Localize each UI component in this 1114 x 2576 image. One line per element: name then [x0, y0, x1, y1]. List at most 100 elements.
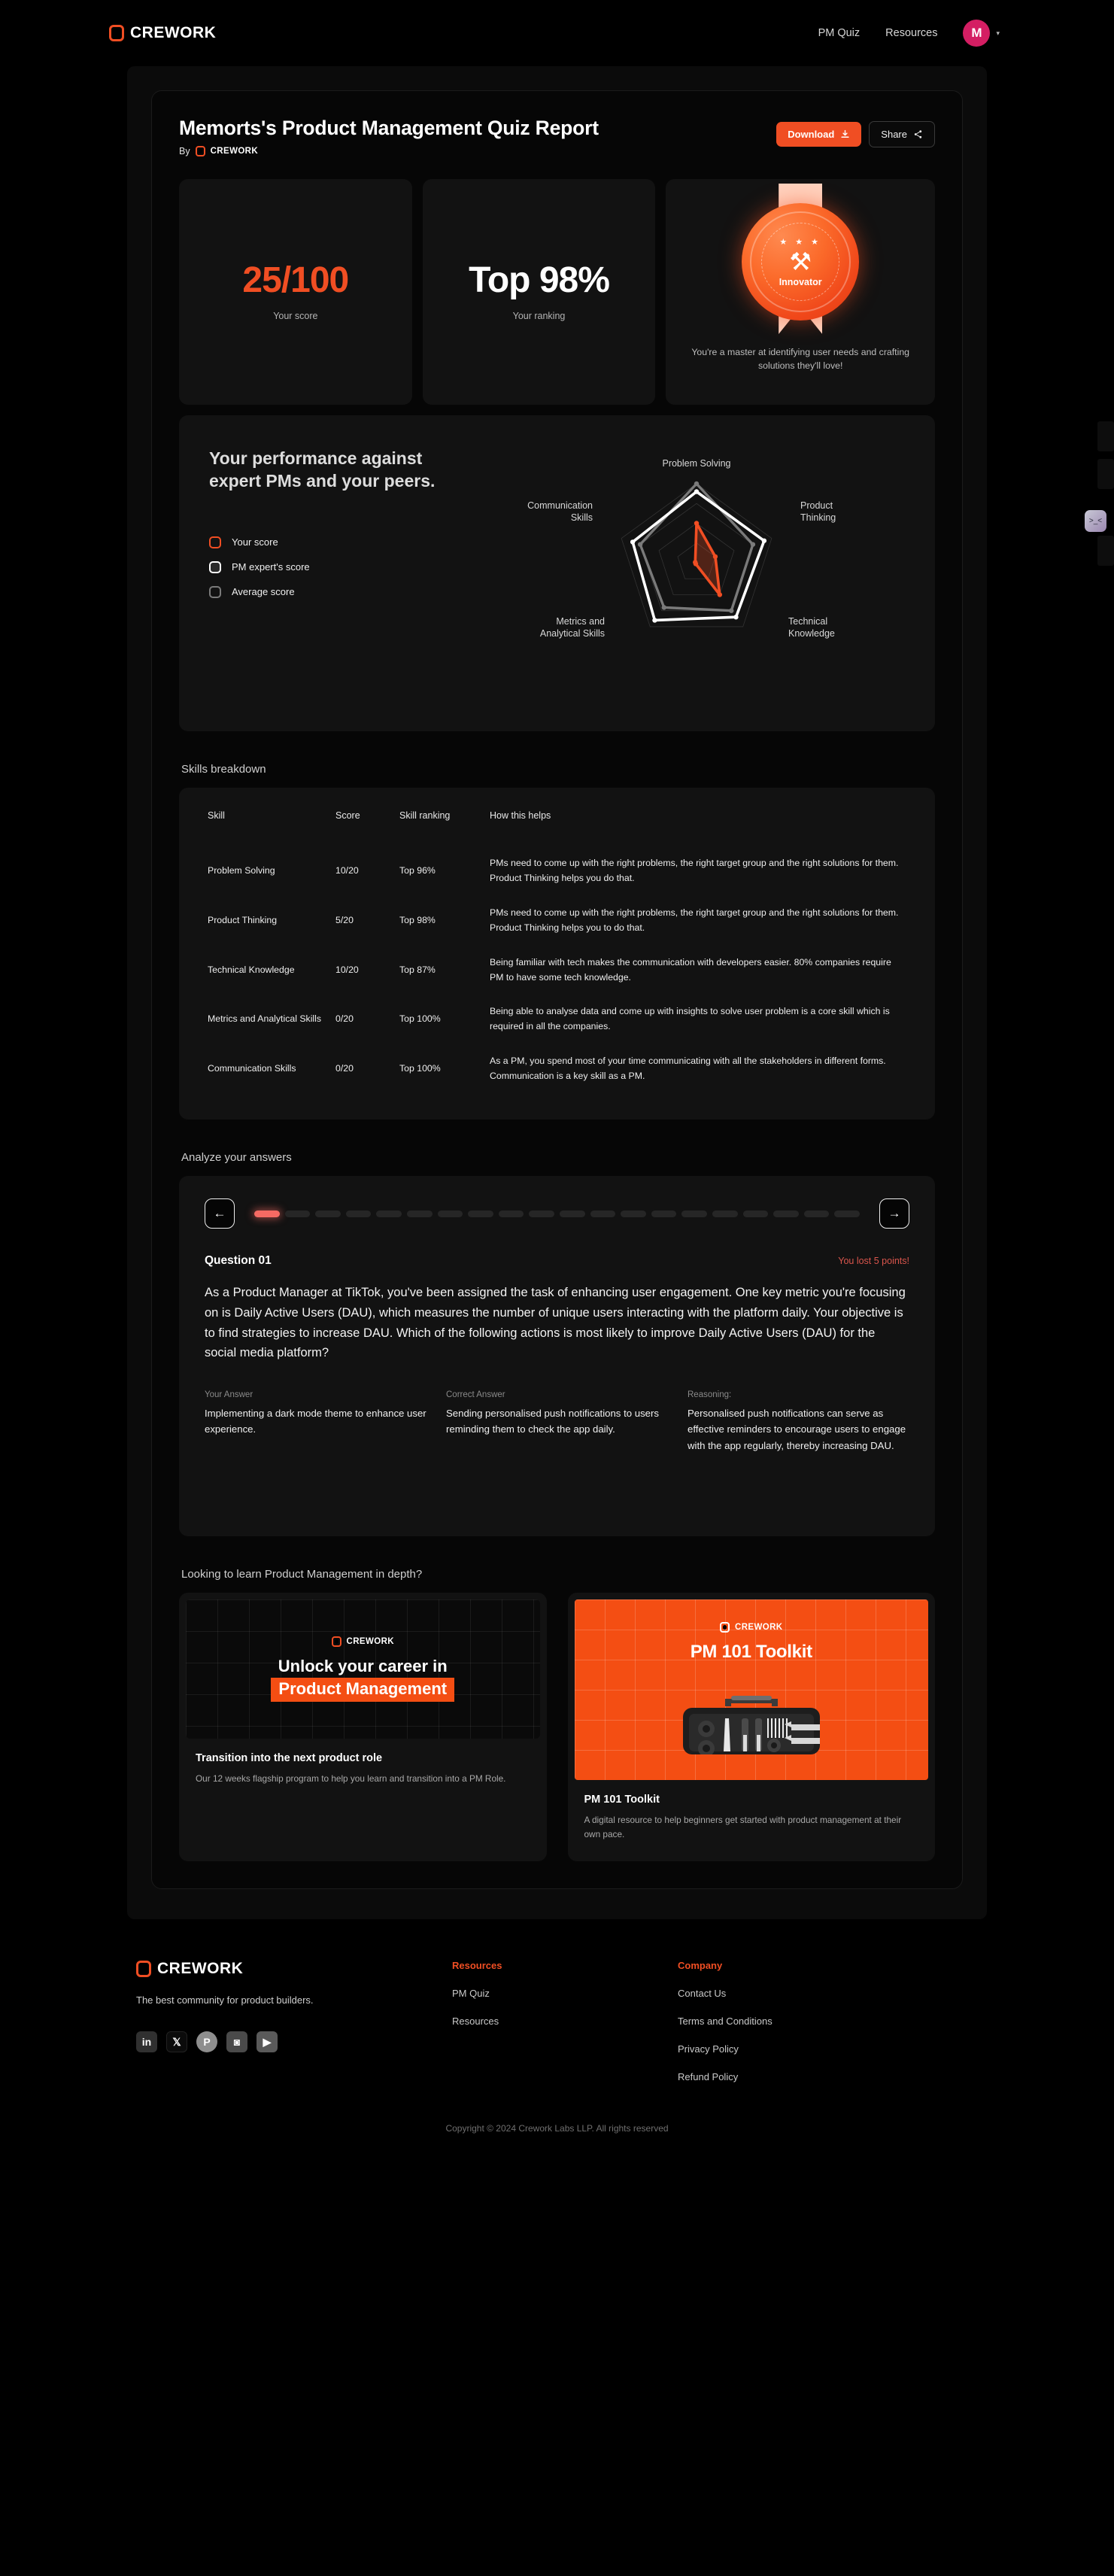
question-progress-segment[interactable] [498, 1210, 524, 1217]
ranking-cell: Top 87% [399, 964, 436, 975]
promo-section-label: Looking to learn Product Management in d… [181, 1568, 423, 1581]
nav-link-pm-quiz[interactable]: PM Quiz [818, 27, 861, 39]
legend-swatch-icon [209, 585, 221, 598]
x-twitter-icon[interactable]: 𝕏 [166, 2031, 187, 2053]
question-progress-segment[interactable] [681, 1210, 707, 1217]
question-progress-segment[interactable] [529, 1210, 554, 1217]
avatar[interactable]: M [963, 20, 991, 47]
ranking-cell: Top 96% [399, 864, 436, 876]
points-lost-badge: You lost 5 points! [838, 1256, 909, 1267]
help-cell: As a PM, you spend most of your time com… [490, 1056, 886, 1082]
question-progress-segment[interactable] [773, 1210, 799, 1217]
ranking-cell: Top 100% [399, 1063, 441, 1074]
footer-logo[interactable]: CREWORK [136, 1960, 452, 1978]
medal-icon: ★ ★ ★ ⚒ Innovator [742, 203, 860, 320]
question-progress-segment[interactable] [437, 1210, 463, 1217]
question-progress-segment[interactable] [621, 1210, 646, 1217]
table-row: Product Thinking 5/20 Top 98% PMs need to c… [208, 896, 906, 946]
legend-item-your-score[interactable]: Your score [209, 536, 457, 548]
youtube-icon[interactable]: ▶ [256, 2031, 278, 2053]
medal-content: ★ ★ ★ ⚒ Innovator [779, 237, 822, 287]
feedback-widget[interactable]: >_< [1085, 510, 1106, 532]
share-button-label: Share [881, 129, 907, 140]
instagram-icon[interactable]: ◙ [226, 2031, 247, 2053]
radar-axis-label: Product [800, 500, 833, 511]
footer-column-company: Company Contact Us Terms and Conditions … [678, 1960, 903, 2082]
legend-label: PM expert's score [232, 561, 310, 573]
question-progress-segment[interactable] [376, 1210, 402, 1217]
footer-column-heading: Company [678, 1960, 723, 1972]
question-card: ← → Question 01 You lost 5 points! As a … [179, 1176, 935, 1537]
legend-label: Your score [232, 536, 278, 548]
user-menu[interactable]: M ▾ [963, 20, 1000, 47]
question-progress-segment[interactable] [284, 1210, 311, 1217]
question-progress-segment[interactable] [712, 1210, 738, 1217]
legend-item-average-score[interactable]: Average score [209, 585, 457, 598]
score-value: 25/100 [242, 260, 349, 300]
copyright-text: Copyright © 2024 Crework Labs LLP. All r… [445, 2123, 669, 2134]
question-progress-segment[interactable] [345, 1210, 372, 1217]
question-progress-segment[interactable] [803, 1210, 830, 1217]
share-button[interactable]: Share [869, 121, 935, 147]
column-header-skill: Skill [208, 810, 225, 821]
radar-axis-label: Communication [527, 500, 593, 511]
footer-link-terms[interactable]: Terms and Conditions [678, 2016, 903, 2027]
performance-right: Problem Solving Product Thinking Technical K… [457, 447, 905, 676]
ranking-cell: Top 100% [399, 1013, 441, 1025]
skills-table-card: Skill Score Skill ranking How this helps… [179, 788, 935, 1120]
question-progress-segment[interactable] [406, 1210, 433, 1217]
brand-logo[interactable]: CREWORK [109, 24, 216, 42]
correct-answer-column: Correct Answer Sending personalised push… [446, 1390, 668, 1454]
scroll-decoration [1097, 459, 1114, 489]
chevron-down-icon[interactable]: ▾ [996, 29, 1000, 38]
radar-axis-label: Metrics and [556, 616, 605, 627]
radar-axis-label: Problem Solving [662, 458, 730, 469]
promo-title: Transition into the next product role [196, 1752, 383, 1765]
question-progress-segment[interactable] [254, 1210, 280, 1217]
question-progress-segment[interactable] [651, 1210, 677, 1217]
score-cell: 10/20 [335, 864, 359, 876]
product-hunt-icon[interactable]: P [196, 2031, 217, 2053]
promo-card-career[interactable]: CREWORK Unlock your career in Product Ma… [179, 1593, 547, 1862]
your-answer-label: Your Answer [205, 1390, 253, 1399]
question-progress-track[interactable] [254, 1210, 860, 1217]
download-button[interactable]: Download [776, 122, 862, 147]
promo-brand-logo: CREWORK [331, 1636, 395, 1647]
linkedin-icon[interactable]: in [136, 2031, 157, 2053]
question-progress-segment[interactable] [590, 1210, 616, 1217]
question-progress-segment[interactable] [468, 1210, 493, 1217]
stats-row: 25/100 Your score Top 98% Your ranking ★… [179, 179, 936, 405]
badge-name: Innovator [779, 276, 822, 287]
footer-link-privacy[interactable]: Privacy Policy [678, 2043, 903, 2055]
footer-link-contact-us[interactable]: Contact Us [678, 1988, 903, 1999]
footer-link-pm-quiz[interactable]: PM Quiz [452, 1988, 678, 1999]
byline: By CREWORK [179, 146, 599, 156]
badge-graphic: ★ ★ ★ ⚒ Innovator [729, 184, 872, 345]
share-icon [914, 130, 922, 138]
reasoning-column: Reasoning: Personalised push notificatio… [688, 1390, 909, 1454]
ranking-value: Top 98% [469, 260, 610, 300]
next-question-button[interactable]: → [879, 1198, 909, 1229]
help-cell: PMs need to come up with the right probl… [490, 858, 899, 883]
question-progress-segment[interactable] [742, 1210, 769, 1217]
question-progress-segment[interactable] [315, 1210, 341, 1217]
footer-link-refund[interactable]: Refund Policy [678, 2071, 903, 2082]
question-progress-segment[interactable] [559, 1210, 585, 1217]
badge-description: You're a master at identifying user need… [691, 347, 910, 372]
prev-question-button[interactable]: ← [205, 1198, 235, 1229]
column-header-help: How this helps [490, 810, 551, 821]
social-links: in 𝕏 P ◙ ▶ [136, 2031, 452, 2053]
promo-card-toolkit[interactable]: CREWORK PM 101 Toolkit PM 101 Toolkit A … [567, 1593, 935, 1862]
question-progress-segment[interactable] [834, 1210, 860, 1217]
download-button-label: Download [788, 129, 835, 140]
skills-section-label: Skills breakdown [181, 763, 266, 776]
performance-heading: Your performance against expert PMs and … [209, 448, 436, 491]
table-row: Communication Skills 0/20 Top 100% As a PM,… [208, 1044, 906, 1094]
table-header-row: Skill Score Skill ranking How this helps [208, 810, 906, 846]
legend-item-expert-score[interactable]: PM expert's score [209, 560, 457, 573]
skill-cell: Product Thinking [208, 914, 278, 925]
footer-column-heading: Resources [452, 1960, 502, 1972]
footer-link-resources[interactable]: Resources [452, 2016, 678, 2027]
nav-link-resources[interactable]: Resources [885, 27, 937, 39]
hammer-wrench-icon: ⚒ [789, 247, 812, 275]
